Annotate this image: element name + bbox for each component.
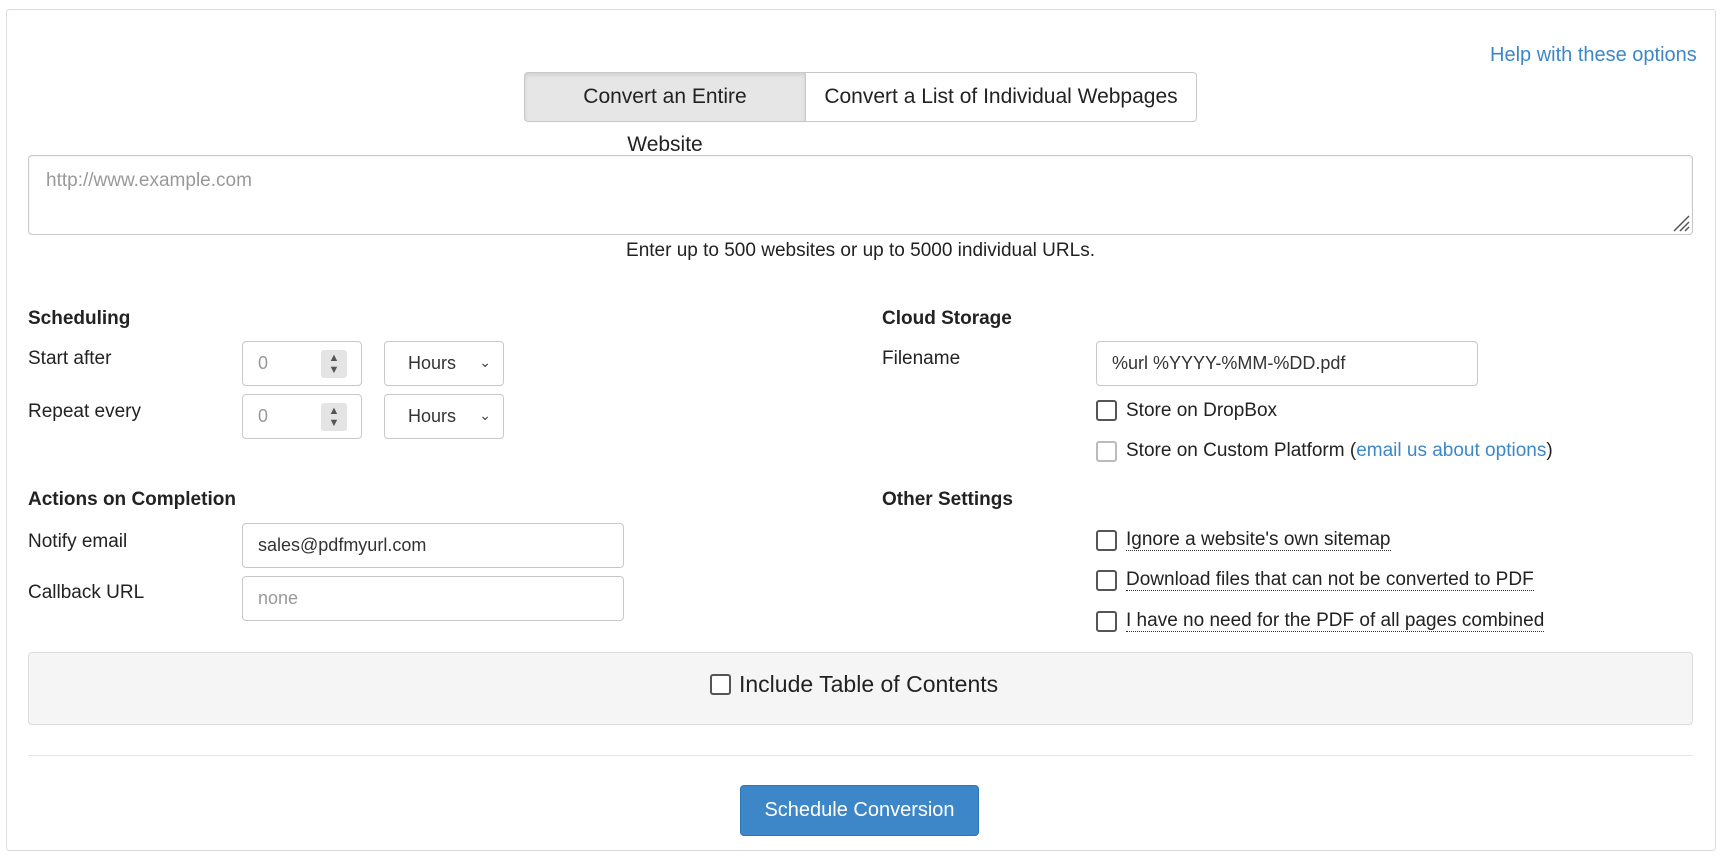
start-after-stepper[interactable]: 0 ▲ ▼ bbox=[242, 341, 362, 386]
schedule-conversion-button[interactable]: Schedule Conversion bbox=[740, 785, 979, 836]
callback-url-placeholder: none bbox=[258, 588, 299, 608]
ignore-sitemap-label-wrap: Ignore a website's own sitemap bbox=[1126, 529, 1391, 551]
url-hint: Enter up to 500 websites or up to 5000 i… bbox=[626, 240, 1095, 261]
notify-email-label: Notify email bbox=[28, 531, 128, 552]
repeat-every-unit: Hours bbox=[408, 406, 457, 426]
custom-platform-label: Store on Custom Platform (email us about… bbox=[1126, 440, 1553, 462]
cloud-storage-heading: Cloud Storage bbox=[882, 308, 1012, 329]
start-after-unit-select[interactable]: Hours ⌄ bbox=[384, 341, 504, 386]
custom-platform-label-close: ) bbox=[1546, 440, 1553, 461]
repeat-every-value: 0 bbox=[258, 406, 269, 426]
toc-label: Include Table of Contents bbox=[739, 671, 999, 697]
download-files-label: Download files that can not be converted… bbox=[1126, 569, 1534, 591]
no-combined-pdf-label-wrap: I have no need for the PDF of all pages … bbox=[1126, 610, 1545, 632]
ignore-sitemap-checkbox[interactable] bbox=[1096, 530, 1117, 551]
resize-grip-icon[interactable] bbox=[1670, 212, 1690, 232]
dropbox-checkbox[interactable] bbox=[1096, 400, 1117, 421]
email-us-link[interactable]: email us about options bbox=[1356, 440, 1546, 461]
actions-heading: Actions on Completion bbox=[28, 489, 236, 510]
stepper-arrows-icon[interactable]: ▲ ▼ bbox=[321, 350, 347, 378]
url-input[interactable]: http://www.example.com bbox=[28, 155, 1693, 235]
dropbox-label: Store on DropBox bbox=[1126, 400, 1278, 421]
toc-checkbox[interactable] bbox=[710, 674, 731, 695]
ignore-sitemap-label: Ignore a website's own sitemap bbox=[1126, 529, 1391, 551]
tab-entire-website[interactable]: Convert an Entire Website bbox=[524, 72, 806, 156]
mode-toggle-group: Convert an Entire Website Convert a List… bbox=[524, 72, 1197, 156]
stepper-arrows-icon[interactable]: ▲ ▼ bbox=[321, 403, 347, 431]
repeat-every-label: Repeat every bbox=[28, 401, 142, 422]
no-combined-pdf-label: I have no need for the PDF of all pages … bbox=[1126, 610, 1545, 632]
filename-label: Filename bbox=[882, 348, 961, 369]
start-after-value: 0 bbox=[258, 353, 269, 373]
filename-field[interactable]: %url %YYYY-%MM-%DD.pdf bbox=[1096, 341, 1478, 386]
callback-url-field[interactable]: none bbox=[242, 576, 624, 621]
help-link[interactable]: Help with these options bbox=[1490, 44, 1697, 67]
repeat-every-unit-select[interactable]: Hours ⌄ bbox=[384, 394, 504, 439]
start-after-unit: Hours bbox=[408, 353, 457, 373]
start-after-label: Start after bbox=[28, 348, 112, 369]
download-files-label-wrap: Download files that can not be converted… bbox=[1126, 569, 1534, 591]
download-files-checkbox[interactable] bbox=[1096, 570, 1117, 591]
url-input-placeholder: http://www.example.com bbox=[46, 170, 252, 191]
notify-email-field[interactable]: sales@pdfmyurl.com bbox=[242, 523, 624, 568]
custom-platform-label-text: Store on Custom Platform ( bbox=[1126, 440, 1357, 461]
callback-url-label: Callback URL bbox=[28, 582, 145, 603]
other-settings-heading: Other Settings bbox=[882, 489, 1013, 510]
repeat-every-stepper[interactable]: 0 ▲ ▼ bbox=[242, 394, 362, 439]
scheduling-heading: Scheduling bbox=[28, 308, 131, 329]
tab-individual-webpages[interactable]: Convert a List of Individual Webpages bbox=[806, 72, 1197, 122]
no-combined-pdf-checkbox[interactable] bbox=[1096, 611, 1117, 632]
notify-email-value: sales@pdfmyurl.com bbox=[258, 535, 427, 555]
chevron-down-icon: ⌄ bbox=[479, 407, 491, 423]
divider bbox=[28, 755, 1693, 756]
chevron-down-icon: ⌄ bbox=[479, 354, 491, 370]
custom-platform-checkbox[interactable] bbox=[1096, 441, 1117, 462]
filename-value: %url %YYYY-%MM-%DD.pdf bbox=[1112, 353, 1346, 373]
